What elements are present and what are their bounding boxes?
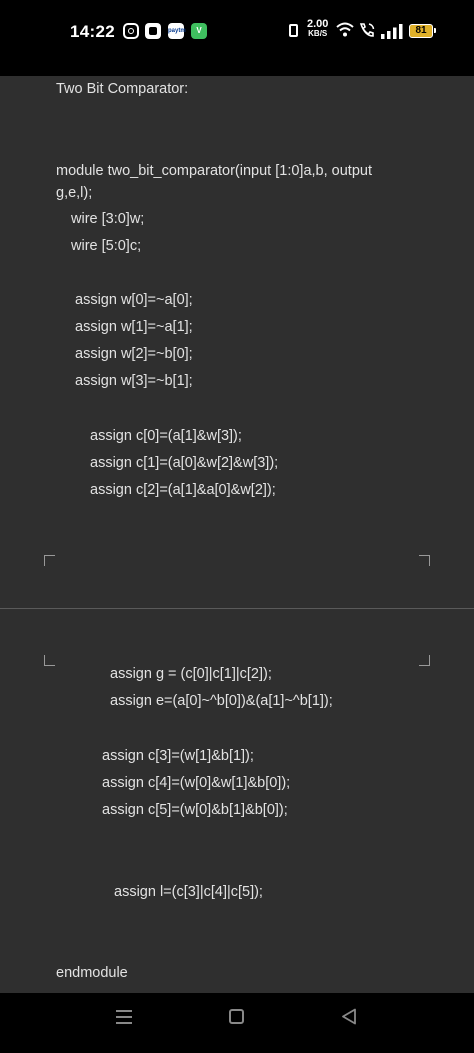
code-line: assign c[4]=(w[0]&w[1]&b[0]); [102,775,291,791]
app-v-icon: V [191,23,207,39]
code-line: assign c[0]=(a[1]&w[3]); [90,428,242,444]
code-line: assign w[2]=~b[0]; [75,346,193,362]
code-line: assign w[1]=~a[1]; [75,319,193,335]
back-icon[interactable] [341,1008,357,1025]
page-corner-mark [419,655,430,666]
navigation-bar [0,993,474,1053]
page-corner-mark [44,655,55,666]
battery-level: 81 [415,25,427,36]
page-corner-mark [44,555,55,566]
code-line: endmodule [56,965,128,981]
page-corner-mark [419,555,430,566]
network-speed-value: 2.00 [307,18,329,30]
app-notification-icon [145,23,161,39]
status-time: 14:22 [70,22,115,41]
code-line: assign l=(c[3]|c[4]|c[5]); [114,884,263,900]
code-line: g,e,l); [56,185,93,201]
wifi-calling-icon [359,23,375,37]
document-title: Two Bit Comparator: [56,81,189,97]
network-speed: 2.00 KB/S [307,18,329,39]
code-line: module two_bit_comparator(input [1:0]a,b… [56,163,372,179]
document-page[interactable]: Two Bit Comparator: module two_bit_compa… [0,76,474,993]
signal-icon [381,24,403,39]
menu-icon[interactable] [116,1010,132,1024]
paytm-icon: paytm [168,23,186,39]
network-speed-unit: KB/S [308,29,328,38]
code-line: wire [5:0]c; [71,238,142,254]
code-line: assign c[1]=(a[0]&w[2]&w[3]); [90,455,279,471]
battery-icon: 81 [409,24,436,38]
code-line: assign c[5]=(w[0]&b[1]&b[0]); [102,802,288,818]
code-line: assign c[2]=(a[1]&a[0]&w[2]); [90,482,276,498]
instagram-icon [123,23,139,39]
code-line: assign w[0]=~a[0]; [75,292,193,308]
page-break [0,608,474,609]
code-line: assign c[3]=(w[1]&b[1]); [102,748,254,764]
code-line: assign g = (c[0]|c[1]|c[2]); [110,666,272,682]
status-bar: 14:22 paytm V 2.00 KB/S 81 [0,0,474,76]
code-line: assign w[3]=~b[1]; [75,373,193,389]
code-line: wire [3:0]w; [71,211,145,227]
code-line: assign e=(a[0]~^b[0])&(a[1]~^b[1]); [110,693,333,709]
vibrate-icon [289,24,298,37]
wifi-icon [336,22,354,37]
home-icon[interactable] [229,1009,244,1024]
